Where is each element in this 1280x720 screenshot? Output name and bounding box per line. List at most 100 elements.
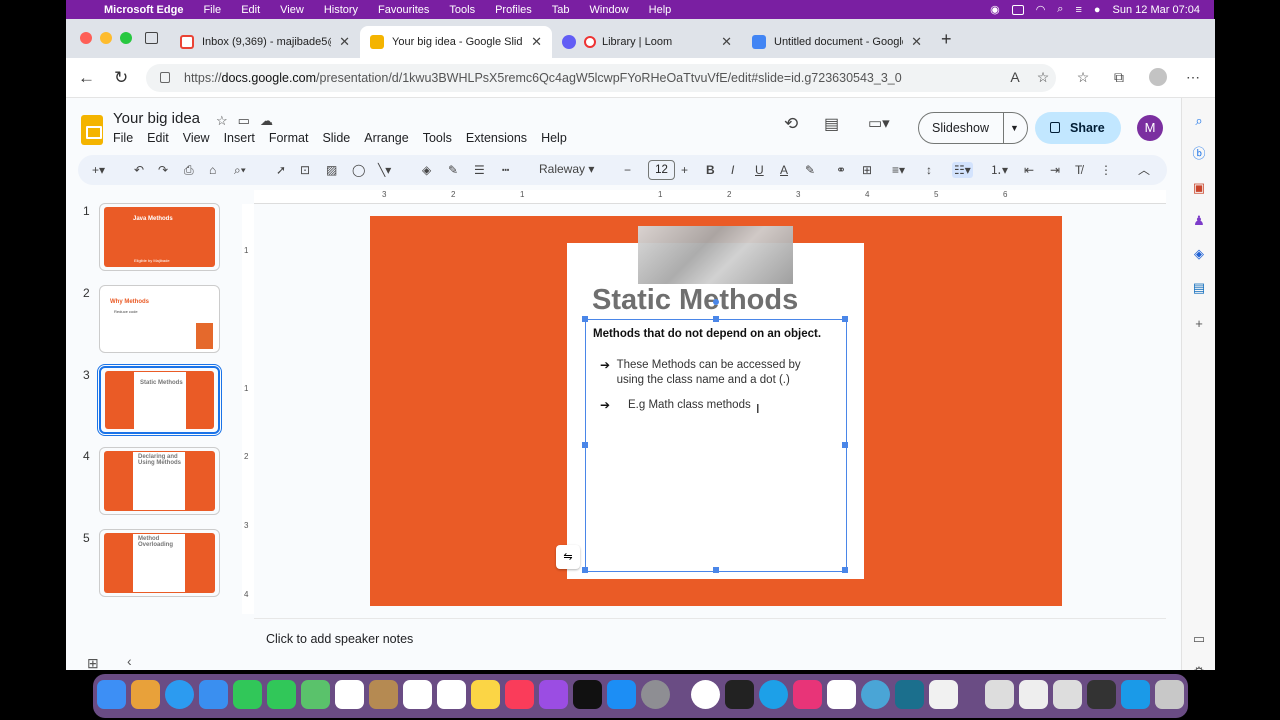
contacts-icon[interactable] xyxy=(369,680,398,709)
border-color-icon[interactable]: ✎ xyxy=(448,162,458,178)
menu-file[interactable]: File xyxy=(113,131,133,145)
new-slide-icon[interactable]: +▾ xyxy=(92,162,105,178)
bulleted-list-icon[interactable]: ☷▾ xyxy=(952,162,973,178)
intellij-icon[interactable] xyxy=(793,680,822,709)
menubar-app-name[interactable]: Microsoft Edge xyxy=(104,4,183,16)
chevron-left-icon[interactable] xyxy=(1178,660,1194,670)
menubar-item-favourites[interactable]: Favourites xyxy=(378,4,429,16)
slides-logo-icon[interactable] xyxy=(81,115,103,145)
favorite-star-icon[interactable]: ☆ xyxy=(1035,69,1051,85)
app-store-icon[interactable] xyxy=(607,680,636,709)
back-icon[interactable]: ← xyxy=(78,68,95,88)
paint-format-icon[interactable]: ⌂ xyxy=(209,162,216,178)
outlook-icon[interactable]: ▤ xyxy=(1191,280,1207,296)
meet-icon[interactable]: ▭▾ xyxy=(868,114,890,132)
safari-icon[interactable] xyxy=(165,680,194,709)
document-title[interactable]: Your big idea xyxy=(113,110,200,127)
record-icon[interactable]: ◉ xyxy=(990,3,1000,16)
add-icon[interactable]: + xyxy=(1191,316,1207,332)
menubar-item-edit[interactable]: Edit xyxy=(241,4,260,16)
star-icon[interactable]: ☆ xyxy=(216,113,228,129)
print-icon[interactable]: ⎙ xyxy=(184,162,194,178)
close-tab-icon[interactable]: ✕ xyxy=(903,34,922,50)
minimize-window-button[interactable] xyxy=(100,32,112,44)
resize-handle[interactable] xyxy=(713,567,719,573)
slide-canvas[interactable]: Static Methods Methods that do not depen… xyxy=(370,216,1062,606)
podcasts-icon[interactable] xyxy=(539,680,568,709)
mail-icon[interactable] xyxy=(199,680,228,709)
slide-title[interactable]: Static Methods xyxy=(592,284,798,317)
tab-docs[interactable]: Untitled document - Google Do ✕ xyxy=(742,26,932,58)
line-icon[interactable]: ╲▾ xyxy=(378,162,391,178)
line-spacing-icon[interactable]: ↕ xyxy=(926,162,932,178)
new-tab-button[interactable]: + xyxy=(941,29,952,50)
comment-add-icon[interactable]: ⊞ xyxy=(862,162,872,178)
decrease-font-icon[interactable]: − xyxy=(624,162,631,178)
more-icon[interactable]: ⋯ xyxy=(1185,69,1201,85)
shopping-icon[interactable]: ▣ xyxy=(1191,180,1207,196)
system-settings-icon[interactable] xyxy=(641,680,670,709)
slack-icon[interactable] xyxy=(827,680,856,709)
refresh-icon[interactable]: ↻ xyxy=(114,68,128,88)
menubar-item-view[interactable]: View xyxy=(280,4,304,16)
search-icon[interactable]: ⌕ xyxy=(1191,113,1207,129)
resize-handle[interactable] xyxy=(842,567,848,573)
split-screen-icon[interactable]: ▭ xyxy=(1191,631,1207,647)
tab-gmail[interactable]: Inbox (9,369) - majibade5@gm ✕ xyxy=(170,26,360,58)
move-folder-icon[interactable]: ▭ xyxy=(238,113,250,129)
slide-subtitle[interactable]: Methods that do not depend on an object. xyxy=(593,328,821,340)
zoom-icon[interactable]: ⌕▾ xyxy=(234,162,246,178)
screen-recording-icon[interactable] xyxy=(1087,680,1116,709)
rotate-handle[interactable] xyxy=(713,299,719,305)
notes-icon[interactable] xyxy=(471,680,500,709)
slide-thumbnail[interactable]: Java Methods Eligible by Majibade xyxy=(99,203,220,271)
menubar-item-help[interactable]: Help xyxy=(649,4,672,16)
increase-indent-icon[interactable]: ⇥ xyxy=(1050,162,1060,178)
search-icon[interactable]: ⌕ xyxy=(1057,3,1063,16)
textedit-icon[interactable] xyxy=(929,680,958,709)
close-tab-icon[interactable]: ✕ xyxy=(713,34,732,50)
underline-icon[interactable]: U xyxy=(755,162,764,178)
preview-icon[interactable] xyxy=(1019,680,1048,709)
wifi-icon[interactable]: ◠ xyxy=(1036,3,1046,16)
facetime-icon[interactable] xyxy=(233,680,262,709)
version-history-icon[interactable]: ⟲ xyxy=(784,114,798,134)
menubar-item-profiles[interactable]: Profiles xyxy=(495,4,532,16)
mysql-workbench-icon[interactable] xyxy=(895,680,924,709)
cloud-status-icon[interactable]: ☁ xyxy=(260,113,273,129)
menu-format[interactable]: Format xyxy=(269,131,309,145)
slide-thumbnail[interactable]: Declaring and Using Methods xyxy=(99,447,220,515)
games-icon[interactable]: ♟ xyxy=(1191,213,1207,229)
tab-actions-icon[interactable] xyxy=(145,32,158,44)
numbered-list-icon[interactable]: ⒈▾ xyxy=(990,162,1008,178)
close-tab-icon[interactable]: ✕ xyxy=(331,34,350,50)
highlight-icon[interactable]: ✎ xyxy=(805,162,815,178)
undo-icon[interactable]: ↶ xyxy=(134,162,144,178)
read-aloud-icon[interactable]: A xyxy=(1007,69,1023,85)
link-icon[interactable]: ⚭ xyxy=(836,162,846,178)
bing-icon[interactable]: ⓑ xyxy=(1191,146,1207,162)
horizontal-ruler[interactable]: 3 2 1 1 2 3 4 5 6 xyxy=(254,190,1166,204)
slide-thumbnail-selected[interactable]: Static Methods xyxy=(97,364,222,436)
resize-handle[interactable] xyxy=(842,316,848,322)
decrease-indent-icon[interactable]: ⇤ xyxy=(1024,162,1034,178)
favorites-icon[interactable]: ☆ xyxy=(1075,69,1091,85)
maps-icon[interactable] xyxy=(301,680,330,709)
profile-avatar[interactable] xyxy=(1149,68,1167,86)
trash-icon[interactable] xyxy=(1155,680,1184,709)
resize-handle[interactable] xyxy=(582,316,588,322)
close-window-button[interactable] xyxy=(80,32,92,44)
menubar-datetime[interactable]: Sun 12 Mar 07:04 xyxy=(1113,4,1200,16)
bullet-item[interactable]: ➔ These Methods can be accessed by using… xyxy=(600,358,830,388)
close-tab-icon[interactable]: ✕ xyxy=(523,34,542,50)
italic-icon[interactable]: I xyxy=(731,162,734,178)
redo-icon[interactable]: ↷ xyxy=(158,162,168,178)
text-color-icon[interactable]: A xyxy=(780,162,788,178)
border-weight-icon[interactable]: ☰ xyxy=(474,162,485,178)
bold-icon[interactable]: B xyxy=(706,162,715,178)
folder-icon[interactable] xyxy=(1121,680,1150,709)
control-center-icon[interactable]: ≡ xyxy=(1075,4,1081,16)
grid-view-icon[interactable]: ⊞ xyxy=(87,655,99,670)
menubar-item-window[interactable]: Window xyxy=(590,4,629,16)
tv-icon[interactable] xyxy=(573,680,602,709)
